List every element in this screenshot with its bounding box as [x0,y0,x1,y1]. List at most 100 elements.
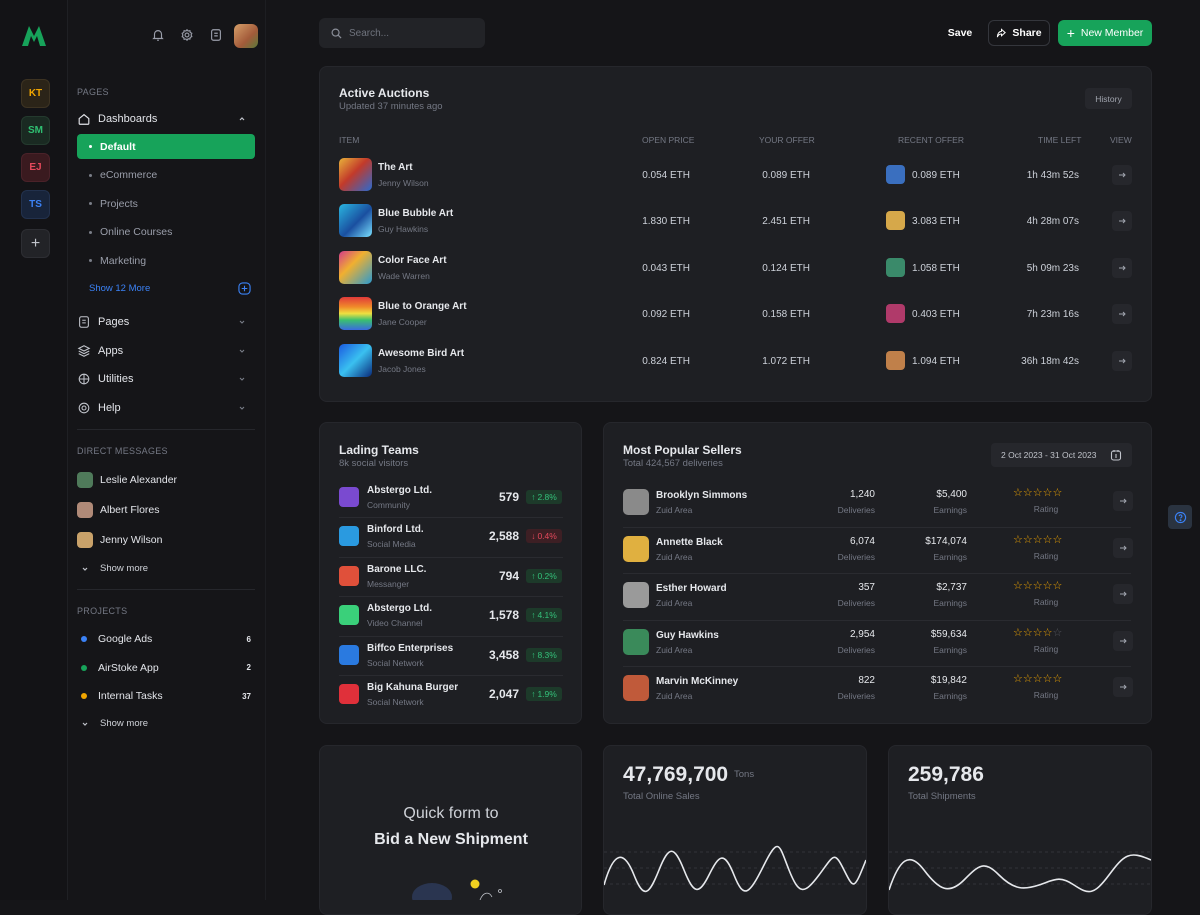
earnings-value: $59,634 [930,628,967,640]
col-item: ITEM [339,135,360,145]
team-logo-icon [339,487,359,507]
plus-icon: + [1066,25,1075,41]
star-icon: ☆ [1052,487,1063,499]
app-logo-icon[interactable] [20,24,48,48]
nav-dashboards[interactable]: Dashboards [77,108,255,130]
team-visitors: 2,588 [488,529,519,544]
dm-show-more[interactable]: Show more [81,563,148,574]
change-value: 2.8% [537,492,557,502]
arrow-right-icon [1119,172,1126,178]
col-time-left: TIME LEFT [1038,135,1082,145]
save-button[interactable]: Save [940,20,980,46]
your-offer: 1.072 ETH [762,355,810,367]
view-seller-button[interactable] [1113,677,1133,697]
view-button[interactable] [1112,211,1132,232]
user-avatar[interactable] [234,24,258,48]
view-button[interactable] [1112,350,1132,371]
project-item[interactable]: AirStoke App 2 [81,659,255,677]
view-button[interactable] [1112,165,1132,185]
star-rating: ☆☆☆☆☆ [1013,533,1062,546]
share-button[interactable]: Share [988,20,1050,46]
search-icon [331,28,342,39]
star-icon: ☆ [1032,626,1043,639]
star-icon: ☆ [1022,626,1033,639]
view-button[interactable] [1112,257,1132,278]
bullet-icon [89,202,92,206]
auctions-title: Active Auctions [339,86,430,100]
new-member-label: New Member [1080,27,1144,39]
sidebar-item-marketing[interactable]: Marketing [77,248,255,273]
sidebar-item-projects[interactable]: Projects [77,191,255,216]
rating-label: Rating [1033,550,1059,561]
seller-avatar [623,675,649,701]
new-member-button[interactable]: + New Member [1058,20,1152,46]
team-name: Big Kahuna Burger [367,682,459,693]
view-seller-button[interactable] [1113,630,1133,651]
online-sales-value: 47,769,700 [623,763,729,786]
nav-help[interactable]: Help [77,397,255,419]
seller-area: Zuid Area [656,505,693,515]
dm-item[interactable]: Albert Flores [77,500,255,520]
plus-circle-icon[interactable] [238,282,251,295]
seller-area: Zuid Area [656,551,693,562]
star-icon: ☆ [1042,533,1053,546]
bell-icon[interactable] [151,28,165,42]
nav-apps[interactable]: Apps [77,340,255,362]
project-item[interactable]: Google Ads 6 [81,630,255,648]
workspace-ej[interactable]: EJ [21,153,50,182]
history-button[interactable]: History [1085,88,1132,109]
nav-utilities[interactable]: Utilities [77,368,255,390]
sidebar-item-online-courses[interactable]: Online Courses [77,220,255,245]
projects-show-more[interactable]: Show more [81,718,148,729]
gear-icon[interactable] [180,28,194,42]
view-seller-button[interactable] [1113,537,1133,558]
sellers-subtitle: Total 424,567 deliveries [623,458,723,469]
star-rating: ☆☆☆☆☆ [1013,486,1062,499]
view-seller-button[interactable] [1113,491,1133,511]
change-value: 0.4% [537,531,557,542]
sidebar-item-label: Projects [100,197,138,210]
search-input[interactable]: Search... [319,18,485,48]
dm-item[interactable]: Jenny Wilson [77,530,255,550]
seller-area: Zuid Area [656,644,693,655]
online-sales-sparkline [604,845,866,893]
change-badge: ↑ 4.1% [526,608,562,623]
recent-bidder-avatar [886,350,905,370]
notes-icon[interactable] [209,28,223,42]
shipments-sparkline [889,851,1151,893]
dm-item[interactable]: Leslie Alexander [77,470,255,490]
teams-title: Lading Teams [339,443,419,457]
star-icon: ☆ [1042,673,1053,685]
sidebar-item-ecommerce[interactable]: eCommerce [77,163,255,188]
shipments-label: Total Shipments [908,791,976,802]
date-range-picker[interactable]: 2 Oct 2023 - 31 Oct 2023 [991,443,1132,467]
your-offer: 2.451 ETH [762,216,810,228]
star-rating: ☆☆☆☆☆ [1013,626,1062,639]
avatar [77,532,93,548]
deliveries-value: 1,240 [849,489,875,500]
change-value: 0.2% [537,570,557,581]
add-workspace-button[interactable]: + [21,229,50,258]
show-more-link[interactable]: Show 12 More [89,283,150,294]
view-button[interactable] [1112,304,1132,325]
nav-label: Pages [98,316,130,328]
sidebar-item-default[interactable]: Default [77,134,255,159]
seller-name: Esther Howard [656,583,727,594]
workspace-ts[interactable]: TS [21,190,50,219]
online-sales-unit: Tons [734,769,755,780]
quick-form-line2: Bid a New Shipment [374,831,528,848]
project-item[interactable]: Internal Tasks 37 [81,687,255,705]
recent-bidder-avatar [886,165,905,184]
workspace-kt[interactable]: KT [21,79,50,108]
row-divider [623,526,1131,528]
row-divider [623,573,1131,574]
view-seller-button[interactable] [1113,584,1133,604]
auction-thumbnail [339,343,372,377]
seller-area: Zuid Area [656,691,693,701]
help-button[interactable] [1168,505,1192,529]
teams-subtitle: 8k social visitors [339,458,409,469]
nav-label: Help [98,401,121,414]
nav-pages[interactable]: Pages [77,311,255,333]
project-name: AirStoke App [98,661,159,674]
workspace-sm[interactable]: SM [21,116,50,145]
